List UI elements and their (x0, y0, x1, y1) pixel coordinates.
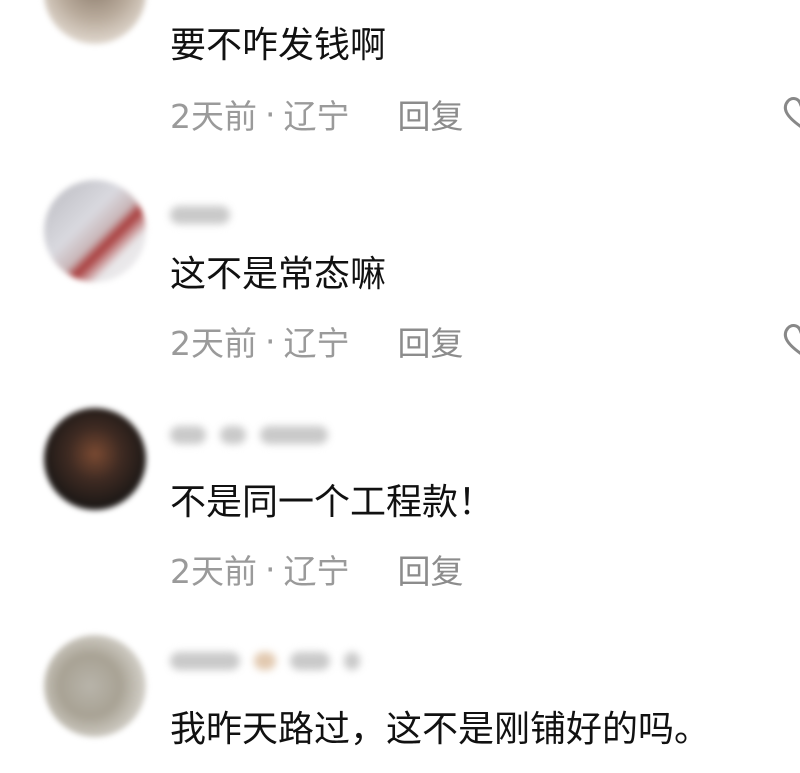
username-blurred (170, 646, 360, 676)
comment-location: 辽宁 (283, 552, 350, 591)
comment-meta: 2天前 · 辽宁 回复 (170, 321, 464, 364)
meta-separator: · (265, 549, 276, 589)
comment-time: 2天前 (170, 324, 257, 363)
avatar[interactable] (44, 0, 146, 44)
comment-time: 2天前 (170, 97, 257, 136)
reply-button[interactable]: 回复 (398, 317, 464, 365)
username-blurred (170, 420, 328, 450)
comment-meta: 2天前 · 辽宁 回复 (170, 549, 464, 592)
comment-text: 要不咋发钱啊 (170, 25, 387, 66)
comment-location: 辽宁 (283, 97, 350, 136)
avatar[interactable] (44, 180, 146, 282)
heart-outline-icon[interactable] (780, 92, 800, 132)
comment-meta: 2天前 · 辽宁 回复 (170, 94, 464, 137)
comment-time: 2天前 (170, 552, 257, 591)
meta-separator: · (265, 321, 276, 361)
username-blurred (170, 200, 230, 230)
avatar[interactable] (44, 635, 146, 737)
comment-feed: 要不咋发钱啊 2天前 · 辽宁 回复 这不是常态嘛 2天前 · 辽宁 回复 不是… (0, 0, 800, 773)
comment-text: 这不是常态嘛 (170, 254, 387, 295)
reply-button[interactable]: 回复 (398, 90, 464, 138)
comment-text: 我昨天路过，这不是刚铺好的吗。 (170, 709, 711, 750)
meta-separator: · (265, 94, 276, 134)
heart-outline-icon[interactable] (780, 319, 800, 359)
comment-text: 不是同一个工程款！ (170, 482, 495, 523)
avatar[interactable] (44, 408, 146, 510)
reply-button[interactable]: 回复 (398, 545, 464, 593)
comment-location: 辽宁 (283, 324, 350, 363)
